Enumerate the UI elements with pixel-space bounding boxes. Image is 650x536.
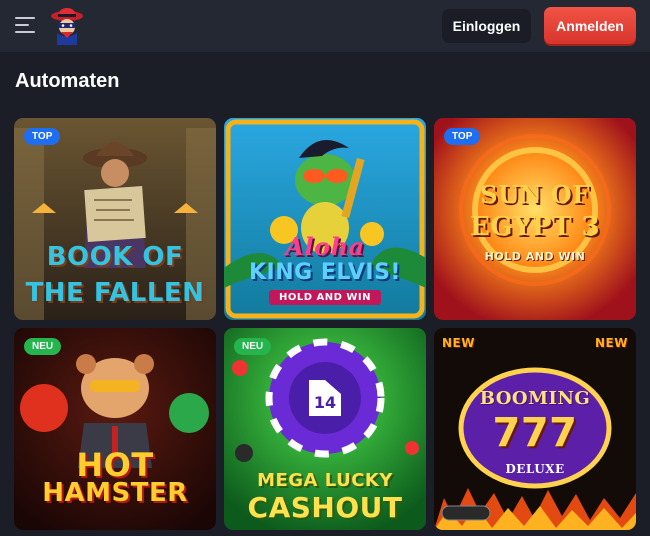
- game-title-line2: 777: [492, 410, 578, 456]
- game-tile-book-of-the-fallen[interactable]: TOP BOOK OF THE FALLEN: [14, 118, 216, 320]
- new-corner-label: NEW: [442, 336, 475, 350]
- game-tile-sun-of-egypt-3[interactable]: TOP SUN OF EGYPT 3 HOLD AND WIN: [434, 118, 636, 320]
- top-header: Einloggen Anmelden: [0, 0, 650, 52]
- game-subtitle: DELUXE: [505, 462, 565, 476]
- game-title-line1: SUN OF: [480, 180, 590, 209]
- game-title-line2: EGYPT 3: [469, 212, 601, 242]
- game-tile-booming-777-deluxe[interactable]: NEW NEW BOOMING 777 DELUXE: [434, 328, 636, 530]
- game-subtitle: HOLD AND WIN: [484, 250, 586, 263]
- svg-text:14: 14: [314, 393, 336, 412]
- game-tile-mega-lucky-cashout[interactable]: 14 NEU MEGA LUCKY CASHOUT: [224, 328, 426, 530]
- masked-bandit-logo-icon[interactable]: [49, 7, 85, 45]
- login-button[interactable]: Einloggen: [442, 9, 531, 43]
- top-badge: TOP: [24, 128, 61, 145]
- new-badge: NEU: [24, 338, 62, 355]
- game-tile-hot-hamster[interactable]: NEU HOT HAMSTER: [14, 328, 216, 530]
- game-title-line2: CASHOUT: [247, 491, 403, 524]
- register-button[interactable]: Anmelden: [544, 7, 636, 44]
- game-title-line2: KING ELVIS!: [249, 260, 401, 285]
- game-title-line1: BOOMING: [479, 388, 591, 409]
- game-title-line1: Aloha: [285, 232, 365, 261]
- top-badge: TOP: [444, 128, 481, 145]
- new-badge: NEU: [234, 338, 272, 355]
- game-tile-aloha-king-elvis[interactable]: Aloha KING ELVIS! HOLD AND WIN: [224, 118, 426, 320]
- game-title-line2: HAMSTER: [42, 478, 188, 508]
- game-subtitle: HOLD AND WIN: [269, 290, 381, 305]
- hamburger-menu-icon[interactable]: [15, 16, 37, 34]
- game-title-line1: MEGA LUCKY: [257, 470, 393, 491]
- game-title-line1: BOOK OF: [46, 242, 184, 272]
- new-corner-label-right: NEW: [595, 336, 628, 350]
- section-title: Automaten: [15, 70, 120, 92]
- game-title-line2: THE FALLEN: [25, 278, 205, 308]
